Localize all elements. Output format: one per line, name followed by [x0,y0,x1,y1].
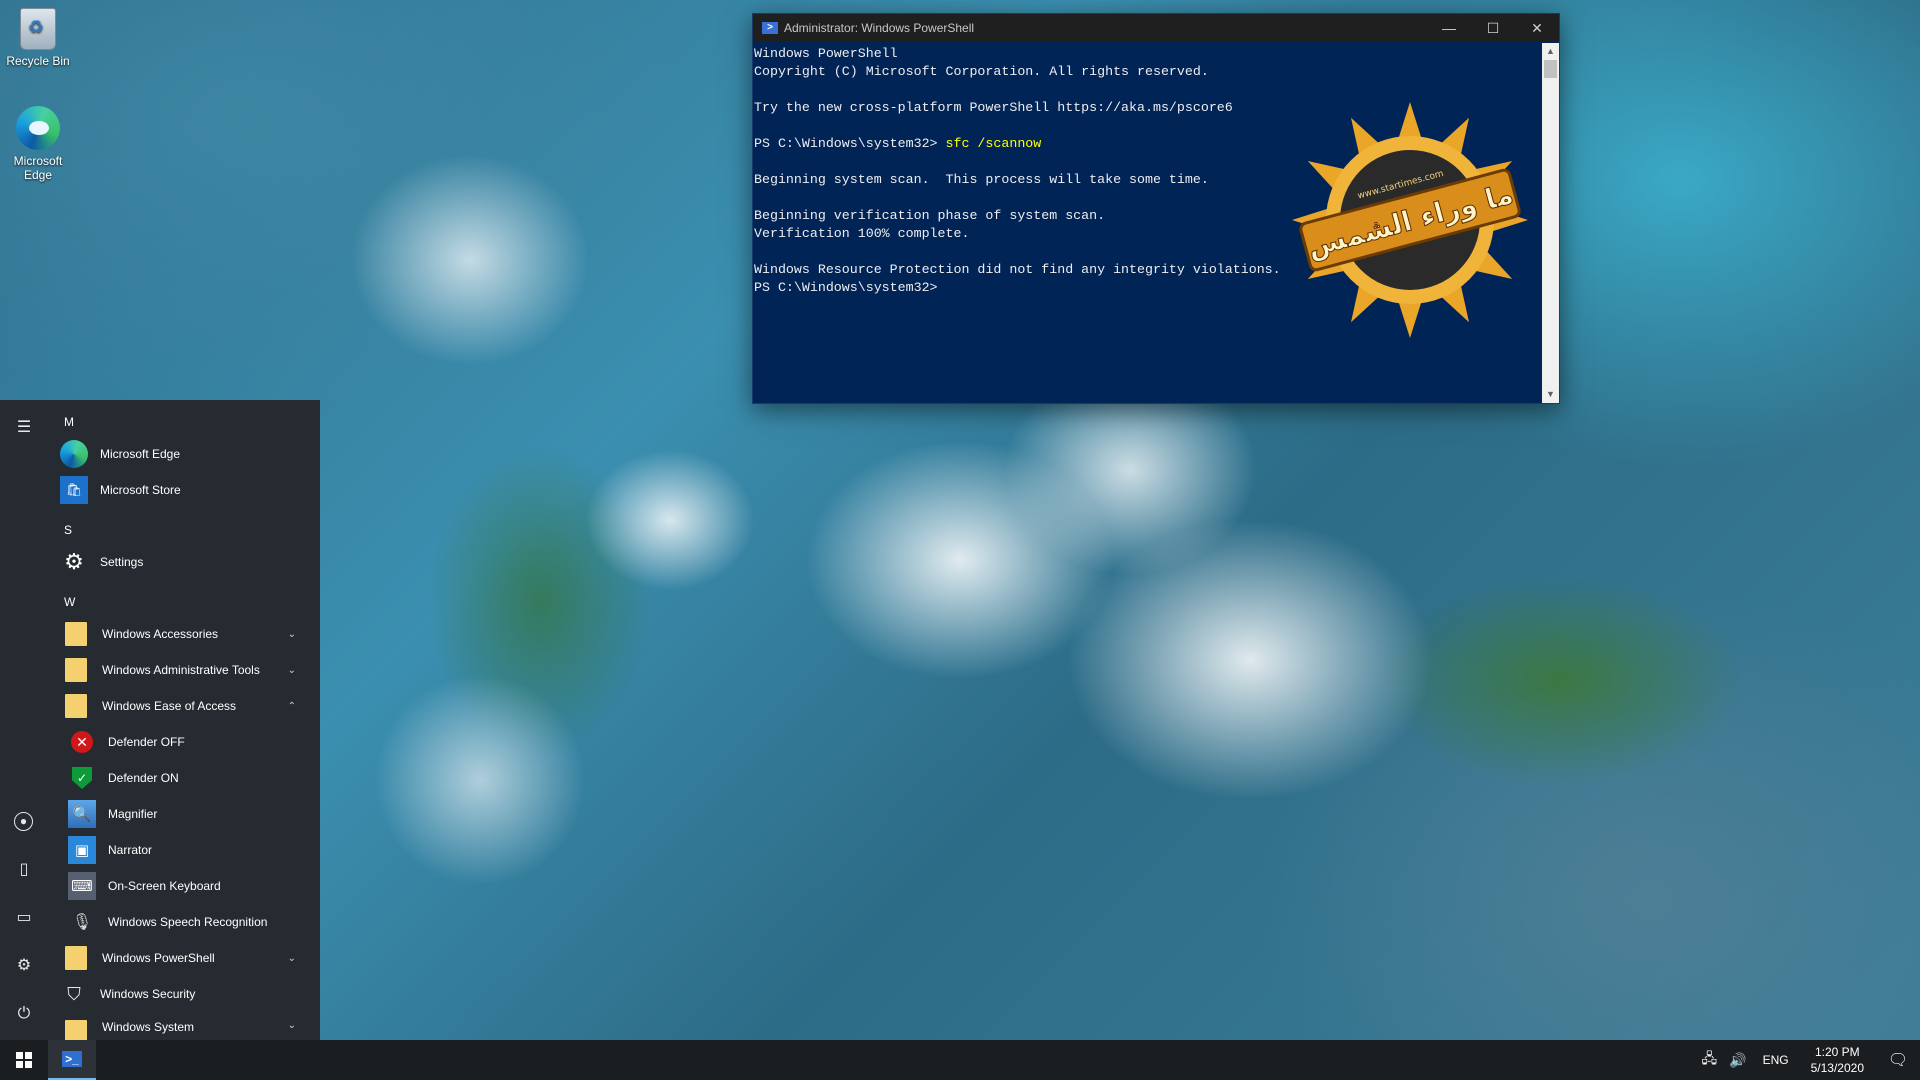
section-header-m[interactable]: M [60,400,310,436]
narrator-icon: ▣ [68,836,96,864]
folder-icon [65,622,87,646]
minimize-button[interactable]: — [1427,14,1471,42]
app-label: Microsoft Edge [100,447,181,461]
app-label: Windows PowerShell [102,951,215,965]
section-header-w[interactable]: W [60,580,310,616]
clock-date: 5/13/2020 [1810,1061,1864,1075]
powershell-icon: >_ [62,1051,82,1067]
app-label: Defender ON [108,771,179,785]
taskbar: >_ 🖧 🔊 ENG 1:20 PM 5/13/2020 🗨 [0,1040,1920,1080]
clock[interactable]: 1:20 PM 5/13/2020 [1799,1044,1876,1076]
start-rail: ☰ ● ▯ ▭ ⚙ ⏻ [0,400,48,1040]
app-label: Windows Accessories [102,627,219,641]
user-icon[interactable]: ● [14,812,33,831]
desktop-icon-label: Recycle Bin [6,54,70,68]
app-narrator[interactable]: ▣ Narrator [60,832,310,868]
app-windows-accessories[interactable]: Windows Accessories ⌄ [60,616,310,652]
console-line: ​ [754,81,1541,99]
network-icon[interactable]: 🖧 [1696,1048,1724,1072]
app-microsoft-edge[interactable]: Microsoft Edge [60,436,310,472]
volume-icon[interactable]: 🔊 [1723,1052,1752,1069]
desktop-icon-label: Microsoft Edge [13,154,63,182]
clock-time: 1:20 PM [1814,1045,1860,1059]
console-command: sfc /scannow [945,136,1042,151]
console-prompt: PS C:\Windows\system32> [754,136,946,151]
app-settings[interactable]: ⚙ Settings [60,544,310,580]
start-button[interactable] [0,1040,48,1080]
app-label: Narrator [108,843,153,857]
power-icon[interactable]: ⏻ [14,1004,34,1024]
console-line: Windows PowerShell [754,46,898,61]
desktop-icon-recycle-bin[interactable]: Recycle Bin [0,8,76,68]
start-menu: ☰ ● ▯ ▭ ⚙ ⏻ M Microsoft Edge 🛍 Microsoft… [0,400,320,1044]
app-windows-powershell[interactable]: Windows PowerShell ⌄ [60,940,310,976]
chevron-down-icon: ⌄ [287,1020,296,1031]
magnifier-icon: 🔍 [68,800,96,828]
app-defender-off[interactable]: ✕ Defender OFF [60,724,310,760]
app-label: Windows Administrative Tools [102,663,260,677]
chevron-up-icon: ⌃ [287,700,296,712]
chevron-down-icon: ⌄ [287,952,296,964]
chevron-down-icon: ⌄ [287,628,296,640]
taskbar-powershell-button[interactable]: >_ [48,1040,96,1080]
app-on-screen-keyboard[interactable]: ⌨ On-Screen Keyboard [60,868,310,904]
folder-icon [65,694,87,718]
scroll-up-icon[interactable]: ▲ [1542,43,1559,60]
gear-icon: ⚙ [64,549,84,574]
watermark-logo: ما وراء الشمس www.startimes.com [1292,102,1528,338]
app-label: Windows Speech Recognition [108,915,268,929]
hamburger-icon[interactable]: ☰ [14,418,34,438]
notifications-icon[interactable]: 🗨 [1876,1050,1920,1070]
powershell-icon: > [762,22,778,34]
documents-icon[interactable]: ▯ [14,860,34,880]
close-button[interactable]: ✕ [1515,14,1559,42]
windows-logo-icon [16,1052,32,1068]
maximize-button[interactable]: ☐ [1471,14,1515,42]
chevron-down-icon: ⌄ [287,664,296,676]
app-defender-on[interactable]: ✓ Defender ON [60,760,310,796]
vertical-scrollbar[interactable]: ▲ ▼ [1542,43,1559,403]
system-tray: 🖧 🔊 ENG 1:20 PM 5/13/2020 🗨 [1696,1040,1920,1080]
app-label: Windows System [102,1020,195,1034]
app-windows-administrative-tools[interactable]: Windows Administrative Tools ⌄ [60,652,310,688]
scrollbar-thumb[interactable] [1544,60,1557,78]
app-magnifier[interactable]: 🔍 Magnifier [60,796,310,832]
app-label: Defender OFF [108,735,185,749]
folder-icon [65,658,87,682]
settings-icon[interactable]: ⚙ [14,956,34,976]
app-label: Windows Ease of Access [102,699,237,713]
scroll-down-icon[interactable]: ▼ [1542,386,1559,403]
language-indicator[interactable]: ENG [1753,1053,1799,1067]
app-windows-security[interactable]: ⛉ Windows Security [60,976,310,1012]
window-titlebar[interactable]: > Administrator: Windows PowerShell — ☐ … [753,14,1559,42]
app-windows-ease-of-access[interactable]: Windows Ease of Access ⌃ [60,688,310,724]
app-microsoft-store[interactable]: 🛍 Microsoft Store [60,472,310,508]
edge-icon [16,106,60,150]
app-label: Microsoft Store [100,483,181,497]
app-list: M Microsoft Edge 🛍 Microsoft Store S ⚙ S… [60,400,310,1044]
app-label: Settings [100,555,144,569]
window-title: Administrator: Windows PowerShell [784,21,975,35]
app-label: Magnifier [108,807,158,821]
keyboard-icon: ⌨ [68,872,96,900]
recycle-bin-icon [20,8,56,50]
console-line: Copyright (C) Microsoft Corporation. All… [754,64,1209,79]
microphone-icon: 🎙 [71,914,93,931]
shield-icon: ⛉ [67,983,81,1004]
defender-off-icon: ✕ [71,731,93,753]
section-header-s[interactable]: S [60,508,310,544]
folder-icon [65,946,87,970]
store-icon: 🛍 [60,476,88,504]
defender-on-icon: ✓ [72,767,92,789]
edge-icon [60,440,88,468]
app-label: Windows Security [100,987,196,1001]
desktop-icon-edge[interactable]: Microsoft Edge [0,106,76,182]
app-label: On-Screen Keyboard [108,879,221,893]
app-windows-speech-recognition[interactable]: 🎙 Windows Speech Recognition [60,904,310,940]
pictures-icon[interactable]: ▭ [14,908,34,928]
